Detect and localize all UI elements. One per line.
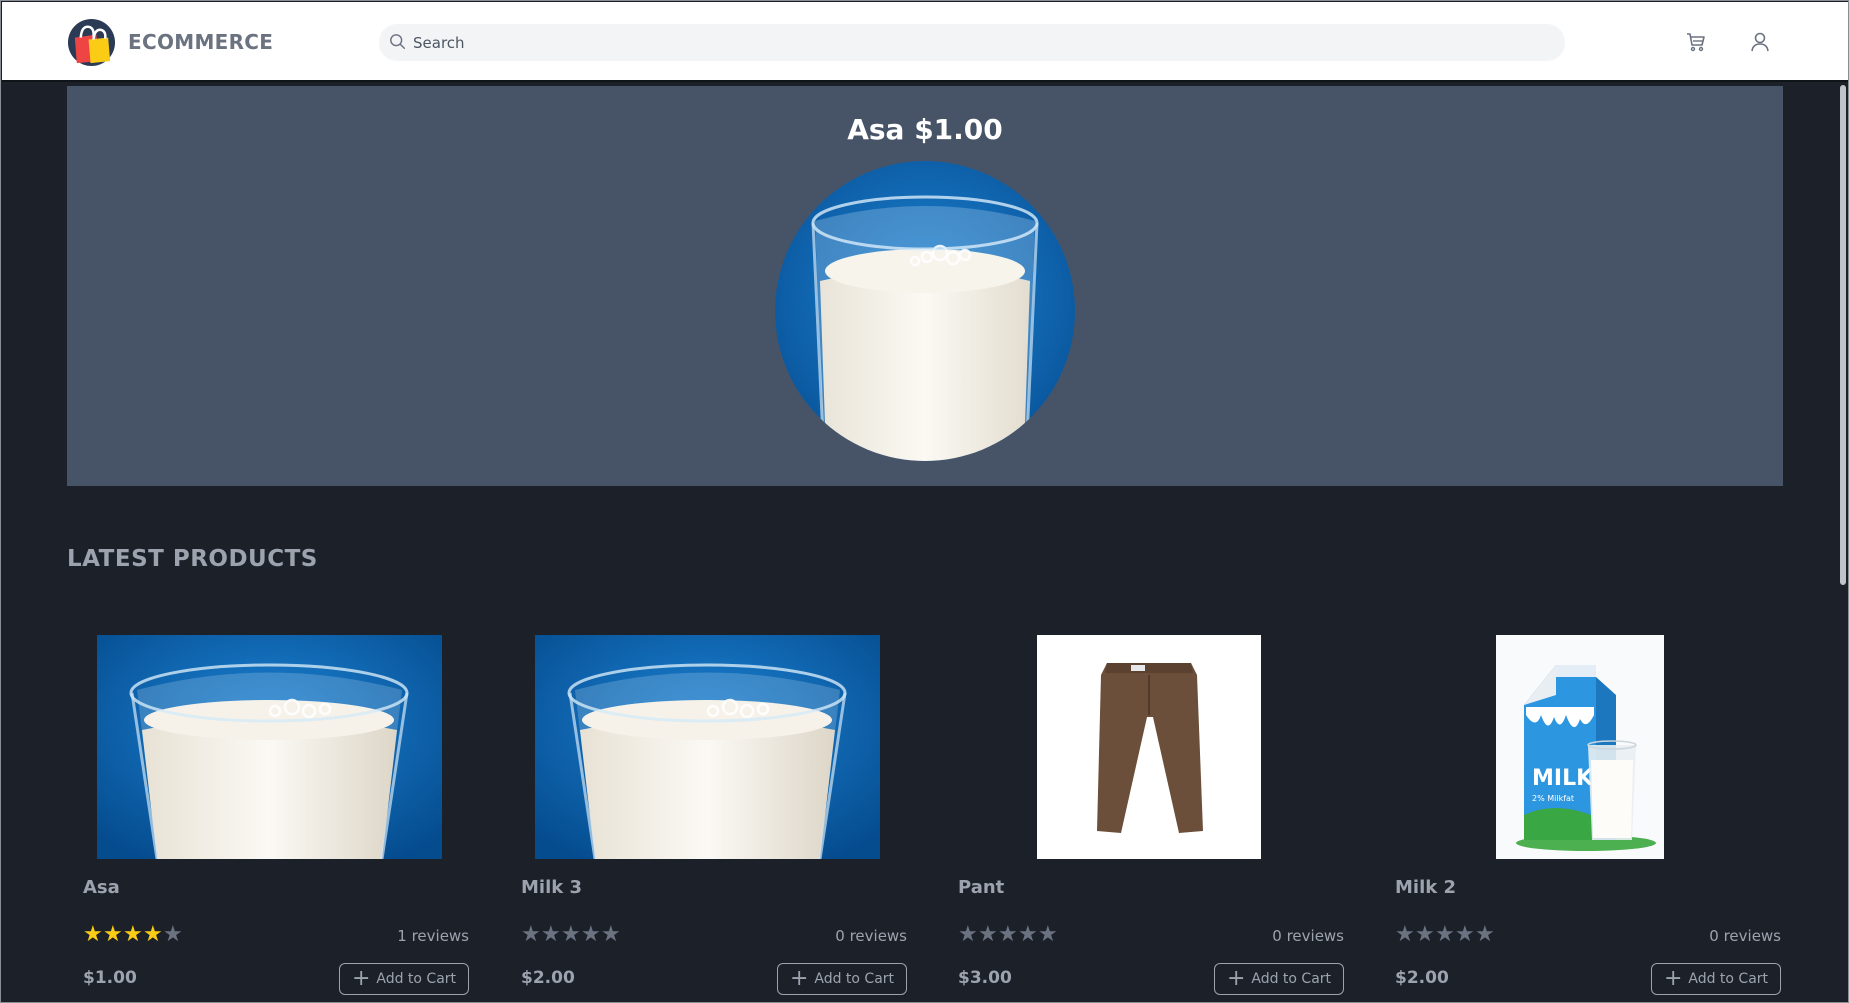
add-to-cart-button[interactable]: + Add to Cart [777, 963, 907, 995]
product-name[interactable]: Milk 3 [521, 877, 582, 898]
review-count: 0 reviews [835, 927, 907, 945]
product-image[interactable] [535, 635, 880, 860]
product-image[interactable]: MILK 2% Milkfat [1496, 635, 1664, 859]
review-count: 0 reviews [1272, 927, 1344, 945]
star-icon: ★ [163, 922, 183, 947]
search-input[interactable] [413, 24, 1543, 61]
page-scrollbar[interactable] [1840, 85, 1846, 585]
product-card[interactable]: Milk 3 ★★★★★ 0 reviews $2.00 + Add to Cart [505, 629, 915, 1003]
user-icon[interactable] [1748, 30, 1772, 54]
section-title: LATEST PRODUCTS [67, 546, 318, 572]
star-icon: ★ [1038, 922, 1058, 947]
star-icon: ★ [1415, 922, 1435, 947]
review-count: 1 reviews [397, 927, 469, 945]
review-count: 0 reviews [1709, 927, 1781, 945]
star-rating: ★★★★★ [958, 922, 1058, 947]
product-image[interactable] [1037, 635, 1261, 859]
star-icon: ★ [103, 922, 123, 947]
featured-carousel[interactable]: Asa $1.00 [67, 86, 1783, 486]
cart-icon[interactable] [1684, 30, 1708, 54]
product-price: $2.00 [1395, 968, 1449, 988]
product-price: $1.00 [83, 968, 137, 988]
product-name[interactable]: Asa [83, 877, 120, 898]
product-card[interactable]: Pant ★★★★★ 0 reviews $3.00 + Add to Cart [942, 629, 1352, 1003]
star-icon: ★ [83, 922, 103, 947]
add-to-cart-label: Add to Cart [814, 971, 895, 987]
star-icon: ★ [541, 922, 561, 947]
plus-icon: + [351, 966, 371, 991]
plus-icon: + [1663, 966, 1683, 991]
app-window: ECOMMERCE Asa $1.00 [0, 0, 1849, 1003]
star-rating: ★★★★★ [521, 922, 621, 947]
product-price: $2.00 [521, 968, 575, 988]
star-rating: ★★★★★ [1395, 922, 1495, 947]
add-to-cart-label: Add to Cart [1251, 971, 1332, 987]
star-icon: ★ [561, 922, 581, 947]
add-to-cart-button[interactable]: + Add to Cart [339, 963, 469, 995]
product-price: $3.00 [958, 968, 1012, 988]
star-icon: ★ [978, 922, 998, 947]
product-name[interactable]: Milk 2 [1395, 877, 1456, 898]
star-icon: ★ [1435, 922, 1455, 947]
star-rating: ★★★★★ [83, 922, 183, 947]
top-navbar: ECOMMERCE [2, 2, 1848, 82]
star-icon: ★ [581, 922, 601, 947]
featured-title[interactable]: Asa $1.00 [67, 113, 1783, 146]
star-icon: ★ [1455, 922, 1475, 947]
star-icon: ★ [601, 922, 621, 947]
shopping-bag-logo[interactable] [67, 18, 116, 67]
add-to-cart-button[interactable]: + Add to Cart [1214, 963, 1344, 995]
star-icon: ★ [1475, 922, 1495, 947]
add-to-cart-button[interactable]: + Add to Cart [1651, 963, 1781, 995]
star-icon: ★ [521, 922, 541, 947]
product-card[interactable]: MILK 2% Milkfat Milk 2 ★★★★★ 0 reviews $2.0… [1379, 629, 1789, 1003]
product-card[interactable]: Asa ★★★★★ 1 reviews $1.00 + Add to Cart [67, 629, 477, 1003]
star-icon: ★ [1018, 922, 1038, 947]
star-icon: ★ [998, 922, 1018, 947]
plus-icon: + [1226, 966, 1246, 991]
add-to-cart-label: Add to Cart [376, 971, 457, 987]
plus-icon: + [789, 966, 809, 991]
featured-product-image[interactable] [775, 161, 1075, 461]
search-bar[interactable] [379, 24, 1565, 61]
svg-text:MILK: MILK [1532, 766, 1594, 791]
star-icon: ★ [143, 922, 163, 947]
brand-name[interactable]: ECOMMERCE [128, 30, 273, 54]
star-icon: ★ [123, 922, 143, 947]
add-to-cart-label: Add to Cart [1688, 971, 1769, 987]
product-name[interactable]: Pant [958, 877, 1004, 898]
star-icon: ★ [1395, 922, 1415, 947]
product-image[interactable] [97, 635, 442, 860]
star-icon: ★ [958, 922, 978, 947]
svg-text:2% Milkfat: 2% Milkfat [1532, 794, 1574, 803]
search-icon [390, 34, 406, 50]
